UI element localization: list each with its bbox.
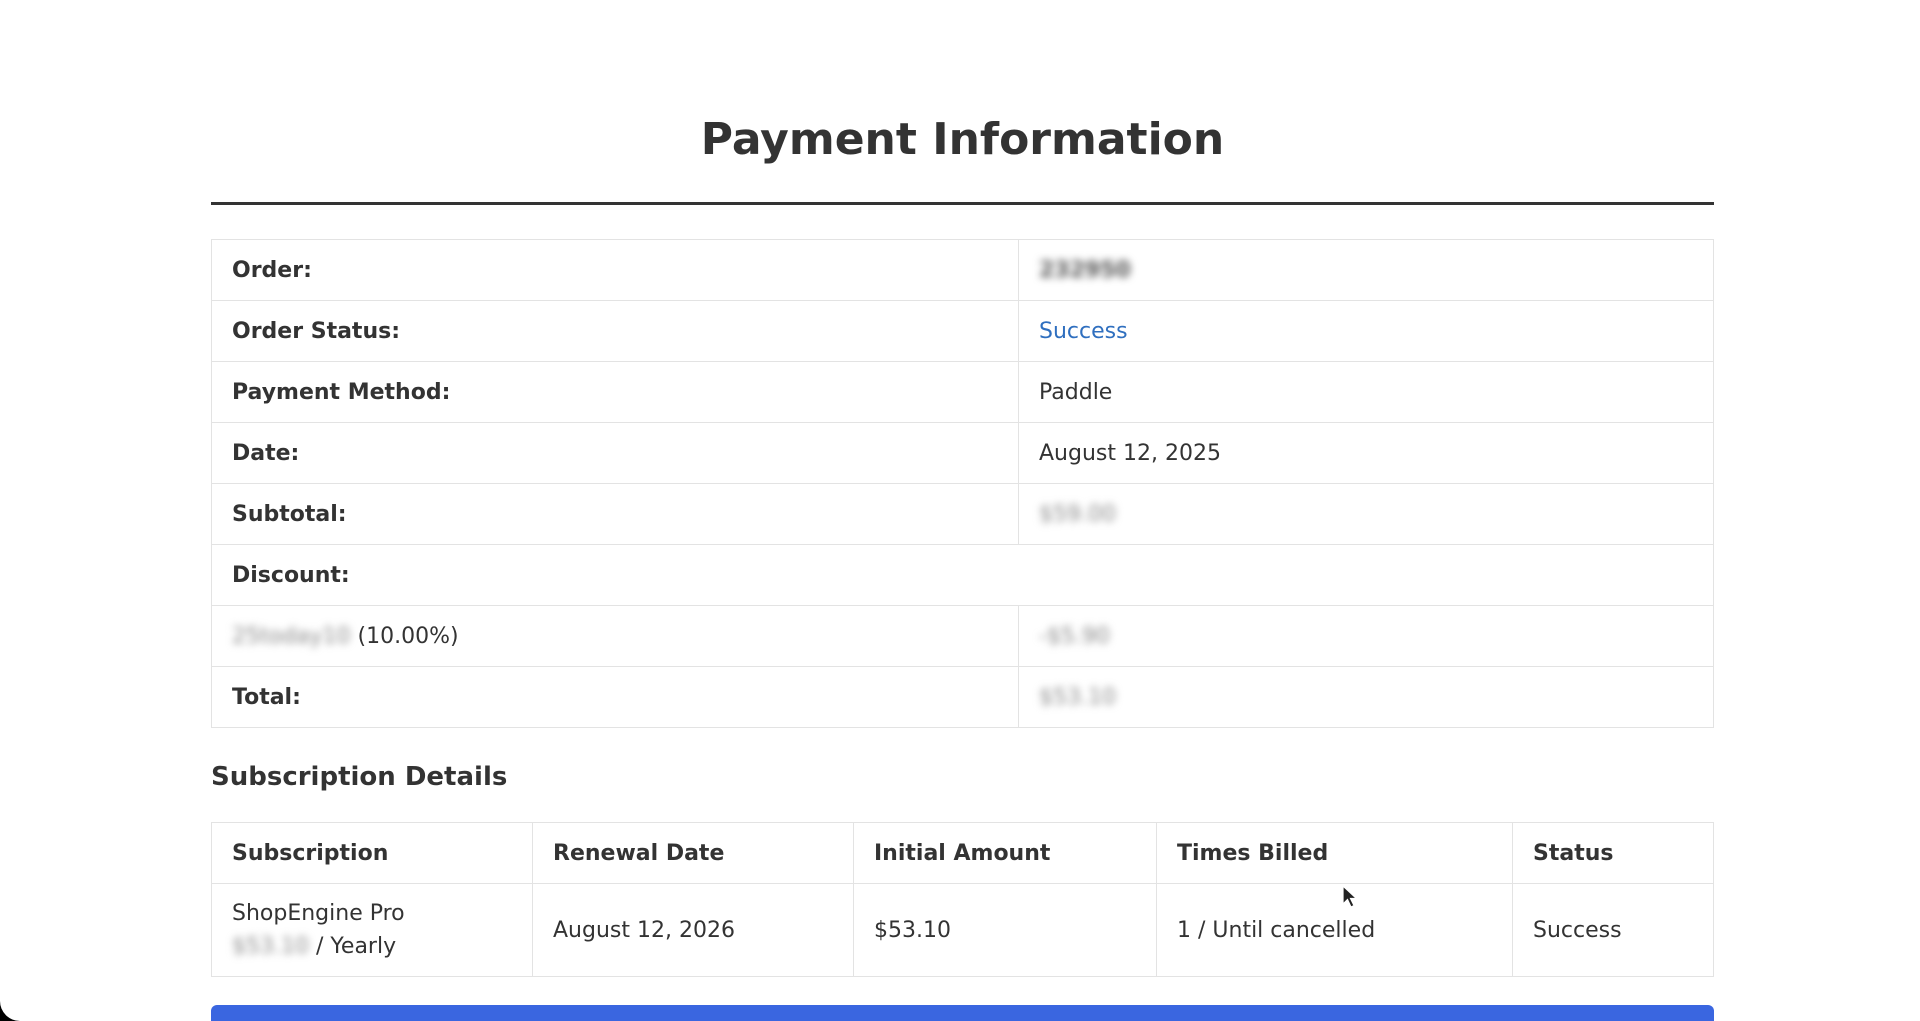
product-price: $53.10 [232, 934, 309, 959]
order-status-link[interactable]: Success [1039, 319, 1128, 344]
payment-method-value: Paddle [1018, 361, 1714, 423]
renewal-date-cell: August 12, 2026 [532, 883, 854, 977]
subscription-status-cell: Success [1512, 883, 1714, 977]
date-value: August 12, 2025 [1018, 422, 1714, 484]
table-row-subtotal: Subtotal: $59.00 [211, 483, 1714, 545]
table-row-method: Payment Method: Paddle [211, 361, 1714, 423]
coupon-cell: 25today10 (10.00%) [211, 605, 1019, 667]
order-value-cell: 232950 [1018, 239, 1714, 301]
column-header-status: Status [1512, 822, 1714, 884]
order-info-table: Order: 232950 Order Status: Success Paym… [211, 239, 1714, 728]
times-billed-cell: 1 / Until cancelled [1156, 883, 1513, 977]
table-header-row: Subscription Renewal Date Initial Amount… [211, 822, 1714, 884]
coupon-amount: -$5.90 [1039, 623, 1110, 649]
total-value: $53.10 [1039, 684, 1116, 710]
subscription-heading: Subscription Details [211, 762, 508, 792]
column-header-times-billed: Times Billed [1156, 822, 1513, 884]
page: Payment Information Order: 232950 Order … [0, 0, 1920, 1021]
window-corner [0, 1001, 20, 1021]
table-row: ShopEngine Pro $53.10 / Yearly August 12… [211, 883, 1714, 977]
coupon-amount-cell: -$5.90 [1018, 605, 1714, 667]
column-header-initial-amount: Initial Amount [853, 822, 1157, 884]
table-row-date: Date: August 12, 2025 [211, 422, 1714, 484]
status-value-cell: Success [1018, 300, 1714, 362]
subtotal-label: Subtotal: [211, 483, 1019, 545]
order-label: Order: [211, 239, 1019, 301]
subtotal-value-cell: $59.00 [1018, 483, 1714, 545]
table-row-coupon: 25today10 (10.00%) -$5.90 [211, 605, 1714, 667]
status-label: Order Status: [211, 300, 1019, 362]
table-row-discount: Discount: [211, 544, 1714, 606]
table-row-order: Order: 232950 [211, 239, 1714, 301]
mouse-pointer-icon [1342, 885, 1358, 908]
table-row-total: Total: $53.10 [211, 666, 1714, 728]
table-row-status: Order Status: Success [211, 300, 1714, 362]
column-header-renewal-date: Renewal Date [532, 822, 854, 884]
subscription-cell: ShopEngine Pro $53.10 / Yearly [211, 883, 533, 977]
total-label: Total: [211, 666, 1019, 728]
initial-amount-cell: $53.10 [853, 883, 1157, 977]
column-header-subscription: Subscription [211, 822, 533, 884]
billing-period: / Yearly [315, 934, 397, 959]
payment-method-label: Payment Method: [211, 361, 1019, 423]
subscription-table: Subscription Renewal Date Initial Amount… [211, 822, 1714, 977]
content-container: Payment Information Order: 232950 Order … [211, 0, 1714, 977]
coupon-code: 25today10 [232, 623, 351, 649]
total-value-cell: $53.10 [1018, 666, 1714, 728]
subtotal-value: $59.00 [1039, 501, 1116, 527]
product-name: ShopEngine Pro [232, 901, 405, 926]
date-label: Date: [211, 422, 1019, 484]
order-number: 232950 [1039, 257, 1131, 283]
product-price-line: $53.10 / Yearly [232, 930, 512, 963]
page-title: Payment Information [700, 114, 1225, 165]
discount-label: Discount: [211, 544, 1714, 606]
title-divider [211, 202, 1714, 205]
primary-action-bar[interactable] [211, 1005, 1714, 1021]
coupon-percent: (10.00%) [357, 623, 459, 649]
